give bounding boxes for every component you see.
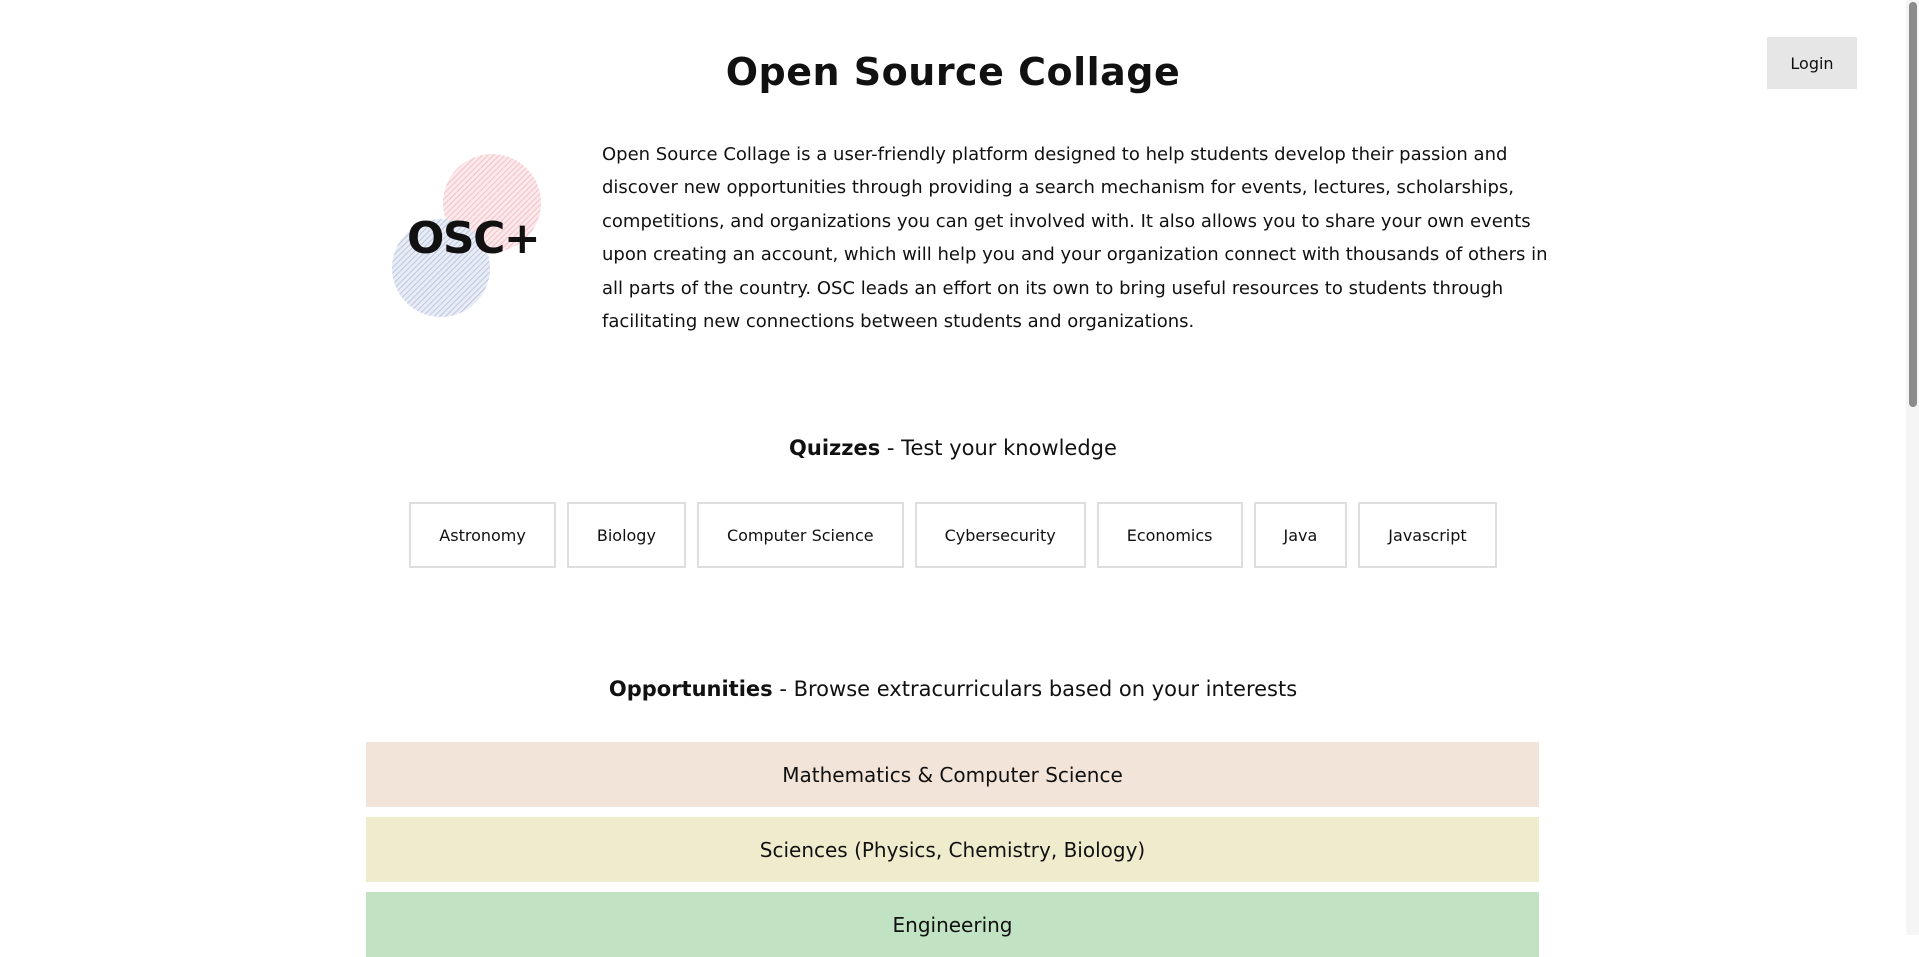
opportunities-heading-bold: Opportunities <box>608 677 773 701</box>
opportunities-heading: Opportunities - Browse extracurriculars … <box>0 677 1906 701</box>
osc-logo: OSC+ <box>392 154 541 317</box>
quizzes-heading: Quizzes - Test your knowledge <box>0 436 1906 460</box>
quiz-button-economics[interactable]: Economics <box>1096 502 1243 568</box>
scrollbar-thumb[interactable] <box>1909 2 1917 407</box>
quiz-button-astronomy[interactable]: Astronomy <box>409 502 556 568</box>
quiz-button-biology[interactable]: Biology <box>566 502 686 568</box>
quizzes-heading-subtitle: - Test your knowledge <box>880 436 1117 460</box>
quiz-button-javascript[interactable]: Javascript <box>1358 502 1497 568</box>
quiz-button-java[interactable]: Java <box>1253 502 1348 568</box>
opportunities-heading-subtitle: - Browse extracurriculars based on your … <box>772 677 1298 701</box>
category-mathematics-computer-science[interactable]: Mathematics & Computer Science <box>366 742 1539 807</box>
quiz-list: Astronomy Biology Computer Science Cyber… <box>0 502 1906 568</box>
quiz-button-computer-science[interactable]: Computer Science <box>696 502 904 568</box>
intro-description: Open Source Collage is a user-friendly p… <box>602 144 1548 333</box>
page-scrollbar[interactable] <box>1906 0 1919 935</box>
page-title: Open Source Collage <box>725 50 1181 94</box>
quiz-button-cybersecurity[interactable]: Cybersecurity <box>914 502 1086 568</box>
category-sciences[interactable]: Sciences (Physics, Chemistry, Biology) <box>366 817 1539 882</box>
category-engineering[interactable]: Engineering <box>366 892 1539 957</box>
quizzes-heading-bold: Quizzes <box>789 436 881 460</box>
logo-text: OSC+ <box>407 213 539 264</box>
